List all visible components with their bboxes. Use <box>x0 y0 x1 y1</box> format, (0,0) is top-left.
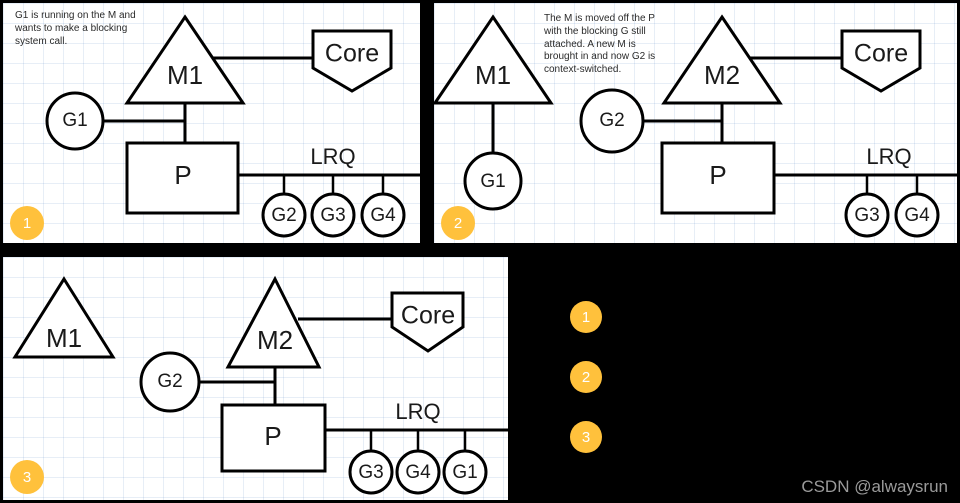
panel-3-badge: 3 <box>10 460 44 494</box>
label-p: P <box>709 160 726 190</box>
label-core: Core <box>325 40 379 68</box>
label-core: Core <box>854 40 908 68</box>
panel-2-caption: The M is moved off the P with the blocki… <box>544 13 656 76</box>
diagram-panel-1: M1 Core P G1 LRQ G2 G3 G4 G1 is running … <box>3 3 420 243</box>
label-g2: G2 <box>157 371 182 392</box>
label-m1: M1 <box>167 60 203 90</box>
label-g2: G2 <box>599 110 624 131</box>
step-badge-1[interactable]: 1 <box>570 301 602 333</box>
watermark: CSDN @alwaysrun <box>801 477 948 496</box>
label-lrq: LRQ <box>310 144 355 169</box>
label-lrq-g-1: G4 <box>405 462 431 483</box>
panel-3-canvas: M1 M2 Core P G2 LRQ G3 G4 G1 <box>3 257 508 500</box>
panel-1-badge: 1 <box>10 206 44 240</box>
label-lrq-g-2: G1 <box>452 462 477 483</box>
diagram-panel-3: M1 M2 Core P G2 LRQ G3 G4 G1 Once the bl… <box>3 257 508 500</box>
panel-2-canvas: M1 G1 M2 Core P G2 LRQ G3 G4 <box>434 3 957 243</box>
label-lrq-g-2: G4 <box>370 205 396 226</box>
label-lrq-g-0: G2 <box>271 205 296 226</box>
label-g1: G1 <box>62 110 87 131</box>
label-m1: M1 <box>475 60 511 90</box>
label-lrq: LRQ <box>395 399 440 424</box>
label-lrq: LRQ <box>866 144 911 169</box>
label-lrq-g-1: G4 <box>904 205 930 226</box>
label-m2: M2 <box>257 325 293 355</box>
panel-2-badge: 2 <box>441 206 475 240</box>
step-badge-3[interactable]: 3 <box>570 421 602 453</box>
panel-1-caption: G1 is running on the M and wants to make… <box>15 10 136 47</box>
step-badge-2[interactable]: 2 <box>570 361 602 393</box>
diagram-panel-2: M1 G1 M2 Core P G2 LRQ G3 G4 The M is mo… <box>434 3 957 243</box>
label-p: P <box>174 160 191 190</box>
label-lrq-g-0: G3 <box>358 462 383 483</box>
label-g1: G1 <box>480 171 505 192</box>
label-m1: M1 <box>46 323 82 353</box>
label-p: P <box>264 421 281 451</box>
label-lrq-g-0: G3 <box>854 205 879 226</box>
label-lrq-g-1: G3 <box>320 205 345 226</box>
label-core: Core <box>401 302 455 330</box>
screenshot-root: M1 Core P G1 LRQ G2 G3 G4 G1 is running … <box>0 0 960 503</box>
label-m2: M2 <box>704 60 740 90</box>
